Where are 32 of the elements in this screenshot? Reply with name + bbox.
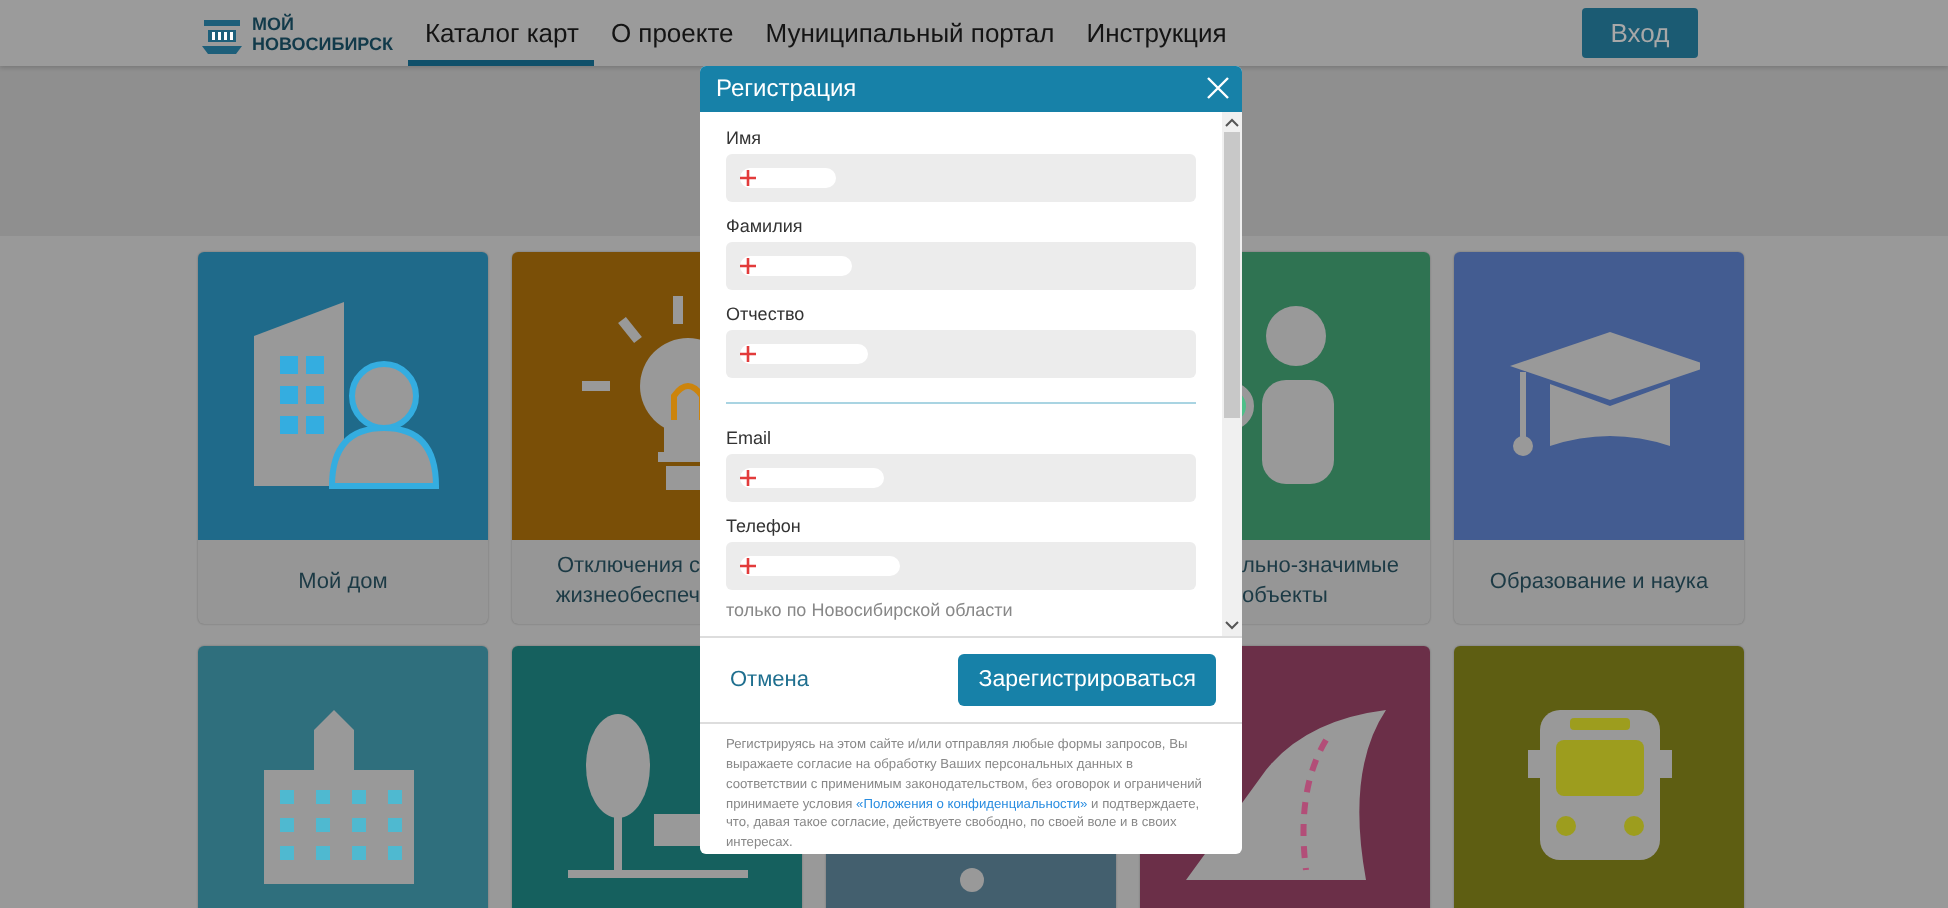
card-title: Отключения с bbox=[556, 552, 700, 582]
scroll-up-icon[interactable] bbox=[1224, 115, 1240, 128]
login-button[interactable]: Вход bbox=[1582, 8, 1698, 58]
input-field[interactable] bbox=[726, 153, 1196, 202]
scroll-down-icon[interactable] bbox=[1224, 619, 1240, 632]
logo-text: НОВОСИБИРСК bbox=[252, 33, 393, 53]
nav-tab[interactable]: О проекте bbox=[594, 0, 750, 66]
nav-tab[interactable]: Инструкция bbox=[1070, 0, 1243, 66]
field-label: Фамилия bbox=[726, 215, 805, 236]
field-label: Email bbox=[726, 427, 774, 448]
scrollbar[interactable] bbox=[1222, 111, 1242, 636]
field-label: Отчество bbox=[726, 303, 807, 324]
field-label: Телефон bbox=[726, 515, 803, 536]
register-button[interactable]: Зарегистрироваться bbox=[958, 653, 1216, 706]
card-title: льно-значимые bbox=[1242, 552, 1399, 582]
category-card[interactable]: Образование и наука bbox=[1454, 252, 1744, 624]
input-field[interactable] bbox=[726, 241, 1196, 290]
logo-text: МОЙ bbox=[252, 13, 296, 33]
card-title: объекты bbox=[1242, 582, 1328, 612]
field-label: Имя bbox=[726, 127, 764, 148]
category-card[interactable]: Мой дом bbox=[198, 252, 488, 624]
input-field[interactable] bbox=[726, 329, 1196, 378]
cancel-button[interactable]: Отмена bbox=[730, 667, 809, 692]
circle-icon bbox=[959, 868, 983, 892]
input-field[interactable] bbox=[726, 453, 1196, 502]
card-title: Мой дом bbox=[298, 567, 388, 597]
card-title: жизнеобеспеч bbox=[555, 582, 700, 612]
card-title: Образование и наука bbox=[1489, 567, 1709, 597]
input-field[interactable] bbox=[726, 541, 1196, 590]
dialog-title: Регистрация bbox=[716, 74, 857, 103]
nav-tab[interactable]: Муниципальный портал bbox=[749, 0, 1071, 66]
close-icon[interactable] bbox=[1206, 76, 1230, 101]
